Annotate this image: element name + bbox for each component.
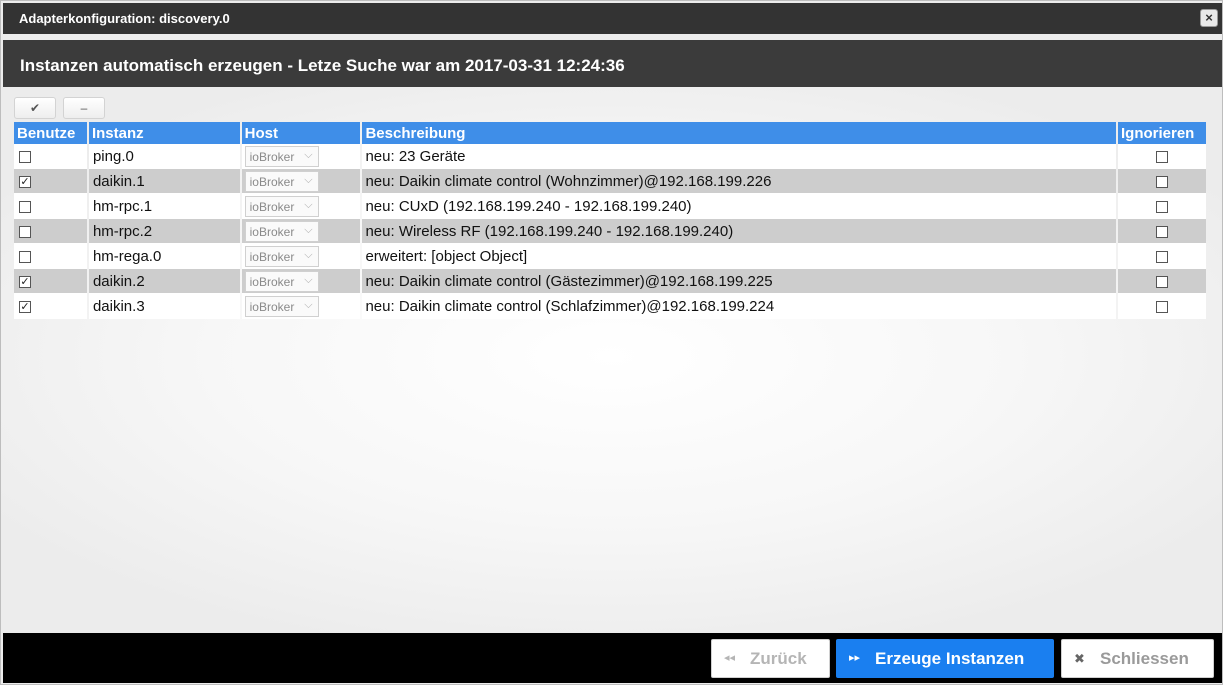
ignore-checkbox[interactable] [1156,200,1168,213]
chevron-down-icon: ⌵ [304,148,313,161]
instance-name: hm-rpc.2 [88,219,240,244]
host-select[interactable]: ioBroker ⌵ [244,295,319,317]
table-row: ✓ daikin.1 ioBroker ⌵ neu: Daikin climate… [14,169,1206,194]
ignore-checkbox[interactable] [1156,150,1168,163]
checkmark-icon: ✔ [29,101,41,115]
column-header-host[interactable]: Host [241,122,361,144]
ignore-checkbox[interactable] [1156,300,1168,313]
ignore-checkbox[interactable] [1156,175,1168,188]
adapter-config-dialog: Adapterkonfiguration: discovery.0 × Inst… [0,0,1223,685]
chevron-down-icon: ⌵ [304,223,313,236]
chevron-down-icon: ⌵ [304,298,313,311]
host-select-value: ioBroker [249,249,295,264]
column-header-use[interactable]: Benutze [14,122,87,144]
table-row: ✓ daikin.3 ioBroker ⌵ neu: Daikin climate… [14,294,1206,319]
create-instances-label: Erzeuge Instanzen [875,649,1025,668]
section-header: Instanzen automatisch erzeugen - Letze S… [3,40,1222,87]
table-row: hm-rpc.1 ioBroker ⌵ neu: CUxD (192.168.19… [14,194,1206,219]
deselect-all-button[interactable]: – [63,97,105,119]
host-select[interactable]: ioBroker ⌵ [244,245,319,267]
instance-description: neu: Wireless RF (192.168.199.240 - 192.… [362,219,1116,244]
chevron-down-icon: ⌵ [304,173,313,186]
ignore-checkbox[interactable] [1156,250,1168,263]
fast-forward-icon: ▸▸ [849,652,861,664]
instance-description: neu: Daikin climate control (Gästezimmer… [362,269,1116,294]
instance-description: neu: 23 Geräte [362,144,1116,169]
instance-name: daikin.3 [88,294,240,319]
minus-icon: – [80,101,88,115]
table-row: ✓ daikin.2 ioBroker ⌵ neu: Daikin climate… [14,269,1206,294]
back-button[interactable]: ◂◂ Zurück [711,639,830,678]
column-header-ignore[interactable]: Ignorieren [1118,122,1206,144]
use-checkbox[interactable]: ✓ [19,300,31,313]
instance-description: erweitert: [object Object] [362,244,1116,269]
back-button-label: Zurück [750,649,807,668]
host-select[interactable]: ioBroker ⌵ [244,145,319,167]
rewind-icon: ◂◂ [724,652,736,664]
table-header-row: Benutze Instanz Host Beschreibung Ignori… [14,122,1206,144]
chevron-down-icon: ⌵ [304,198,313,211]
host-select-value: ioBroker [249,274,295,289]
instances-table: Benutze Instanz Host Beschreibung Ignori… [12,122,1208,319]
dialog-title: Adapterkonfiguration: discovery.0 [19,11,230,26]
close-button-label: Schliessen [1100,649,1189,668]
use-checkbox[interactable]: ✓ [19,175,31,188]
dialog-titlebar: Adapterkonfiguration: discovery.0 × [3,3,1222,34]
instance-description: neu: Daikin climate control (Schlafzimme… [362,294,1116,319]
close-icon: ✖ [1074,651,1085,666]
instance-name: daikin.2 [88,269,240,294]
header-text: Instanzen automatisch erzeugen - Letze S… [20,56,625,75]
instance-name: hm-rega.0 [88,244,240,269]
host-select-value: ioBroker [249,199,295,214]
use-checkbox[interactable] [19,150,31,163]
close-button[interactable]: ✖ Schliessen [1061,639,1214,678]
column-header-description[interactable]: Beschreibung [362,122,1116,144]
use-checkbox[interactable] [19,225,31,238]
host-select[interactable]: ioBroker ⌵ [244,270,319,292]
host-select[interactable]: ioBroker ⌵ [244,220,319,242]
select-all-button[interactable]: ✔ [14,97,56,119]
host-select-value: ioBroker [249,149,295,164]
ignore-checkbox[interactable] [1156,275,1168,288]
use-checkbox[interactable]: ✓ [19,275,31,288]
close-icon[interactable]: × [1200,9,1218,27]
use-checkbox[interactable] [19,250,31,263]
instance-description: neu: CUxD (192.168.199.240 - 192.168.199… [362,194,1116,219]
host-select[interactable]: ioBroker ⌵ [244,170,319,192]
use-checkbox[interactable] [19,200,31,213]
host-select-value: ioBroker [249,299,295,314]
table-row: hm-rega.0 ioBroker ⌵ erweitert: [object O… [14,244,1206,269]
column-header-instance[interactable]: Instanz [88,122,240,144]
chevron-down-icon: ⌵ [304,248,313,261]
create-instances-button[interactable]: ▸▸ Erzeuge Instanzen [836,639,1054,678]
ignore-checkbox[interactable] [1156,225,1168,238]
instance-name: ping.0 [88,144,240,169]
table-row: hm-rpc.2 ioBroker ⌵ neu: Wireless RF (192… [14,219,1206,244]
instance-name: daikin.1 [88,169,240,194]
chevron-down-icon: ⌵ [304,273,313,286]
host-select-value: ioBroker [249,174,295,189]
table-row: ping.0 ioBroker ⌵ neu: 23 Geräte [14,144,1206,169]
dialog-footer: ◂◂ Zurück ▸▸ Erzeuge Instanzen ✖ Schlies… [3,633,1222,683]
host-select[interactable]: ioBroker ⌵ [244,195,319,217]
host-select-value: ioBroker [249,224,295,239]
instance-description: neu: Daikin climate control (Wohnzimmer)… [362,169,1116,194]
instance-name: hm-rpc.1 [88,194,240,219]
